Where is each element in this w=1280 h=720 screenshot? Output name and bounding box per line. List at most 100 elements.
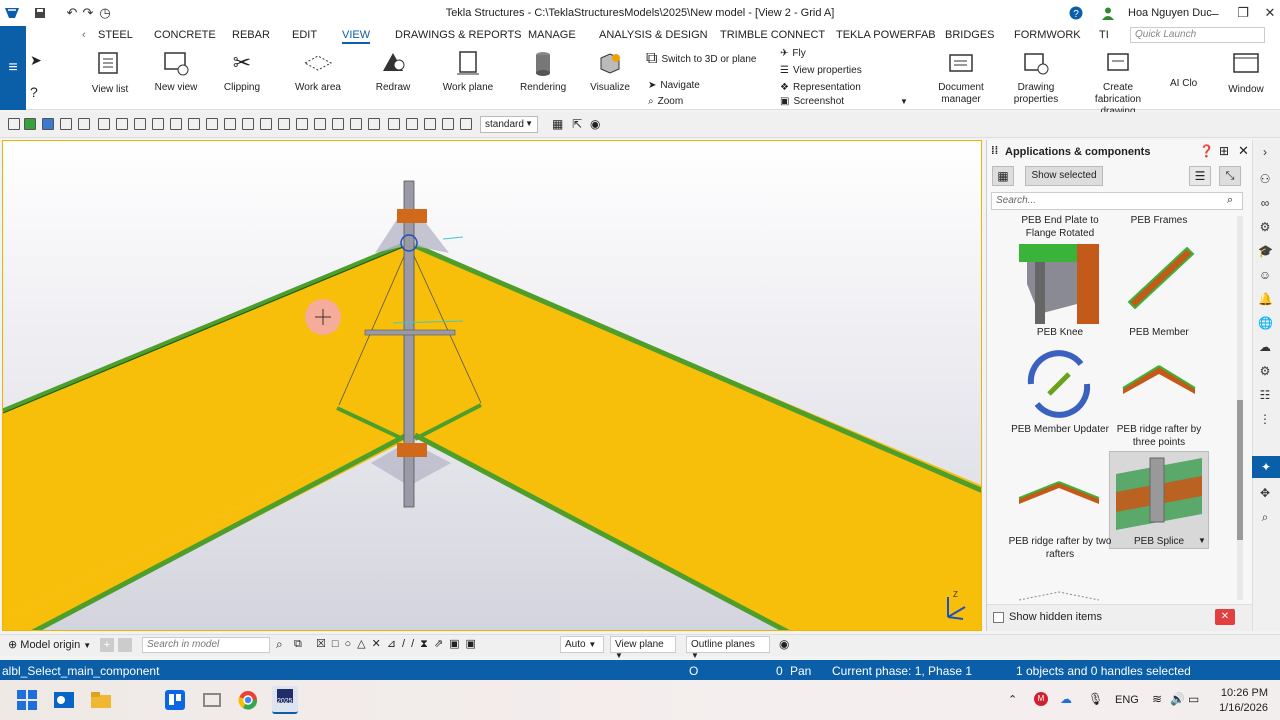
minimize-icon[interactable]: – <box>1207 5 1223 21</box>
fly-button[interactable]: ✈ Fly <box>780 48 806 59</box>
select-arrow-icon[interactable]: ➤ <box>30 52 42 69</box>
peb-ridge-rafter-three-points-thumbnail[interactable] <box>1119 354 1199 414</box>
filter-grid-icon[interactable]: ▦ <box>552 117 563 131</box>
expand-panel-icon[interactable]: › <box>1258 145 1272 159</box>
toolbar-tool-icon[interactable] <box>78 118 90 130</box>
volume-icon[interactable]: 🔊 <box>1170 692 1185 706</box>
menu-drawings-reports[interactable]: DRAWINGS & REPORTS <box>395 29 522 41</box>
help-icon[interactable]: ? <box>1068 5 1084 21</box>
peb-member-thumbnail[interactable] <box>1119 244 1199 324</box>
menu-edit[interactable]: EDIT <box>292 29 317 41</box>
work-area-button[interactable]: Work area <box>293 48 343 93</box>
origin-list-icon[interactable] <box>118 638 132 652</box>
representation-button[interactable]: ❖ Representation <box>780 82 861 93</box>
model-origin-dropdown[interactable]: ⊕ Model origin ▼ <box>8 638 91 651</box>
onedrive-icon[interactable]: ☁ <box>1060 692 1072 706</box>
search-doc-icon[interactable]: ⌕ <box>1258 510 1272 524</box>
toolbar-tool-icon[interactable] <box>242 118 254 130</box>
visualize-button[interactable]: Visualize <box>588 48 632 93</box>
battery-icon[interactable]: ▭ <box>1188 692 1199 706</box>
create-fabrication-drawing-button[interactable]: Create fabrication drawing <box>1080 48 1156 118</box>
search-icon[interactable]: ⌕ <box>1227 194 1233 207</box>
toolbar-tool-icon[interactable] <box>278 118 290 130</box>
users-icon[interactable]: ⚇ <box>1258 172 1272 186</box>
collapse-icon[interactable]: ⤡ <box>1219 166 1241 186</box>
restore-icon[interactable]: ❐ <box>1235 5 1251 21</box>
view-properties-button[interactable]: ☰ View properties <box>780 65 862 76</box>
toolbar-tool-icon[interactable] <box>152 118 164 130</box>
selection-filter-dropdown[interactable]: standard ▼ <box>480 116 538 133</box>
add-origin-icon[interactable]: + <box>100 638 114 652</box>
outlook-icon[interactable] <box>54 690 74 713</box>
menu-concrete[interactable]: CONCRETE <box>154 29 216 41</box>
eye-icon[interactable]: ◉ <box>590 117 600 131</box>
tray-app-icon[interactable]: M <box>1034 692 1048 706</box>
toolbar-tool-icon[interactable] <box>388 118 400 130</box>
toolbar-tool-icon[interactable] <box>296 118 308 130</box>
show-hidden-checkbox[interactable] <box>993 612 1004 623</box>
link-icon[interactable]: ∞ <box>1258 196 1272 210</box>
work-plane-button[interactable]: Work plane <box>442 48 494 93</box>
toolbar-tool-icon[interactable] <box>170 118 182 130</box>
toolbar-tool-icon[interactable] <box>224 118 236 130</box>
tekla-taskbar-icon[interactable]: 2025 <box>272 686 298 714</box>
help-pointer-icon[interactable]: ? <box>30 84 38 100</box>
app-icon[interactable] <box>202 690 222 713</box>
toolbar-tool-icon[interactable] <box>8 118 20 130</box>
microphone-icon[interactable]: 🎙 <box>1088 692 1103 706</box>
menu-scroll-left-icon[interactable]: ‹ <box>82 29 86 41</box>
toolbar-tool-icon[interactable] <box>332 118 344 130</box>
toolbar-tool-icon[interactable] <box>442 118 454 130</box>
panel-pin-icon[interactable]: ⊞ <box>1219 144 1229 158</box>
hierarchy-icon[interactable]: ☷ <box>1258 388 1272 402</box>
document-manager-button[interactable]: Document manager <box>936 48 986 106</box>
toolbar-tool-icon[interactable] <box>98 118 110 130</box>
toolbar-tool-icon[interactable] <box>368 118 380 130</box>
cloud-icon[interactable]: ☁ <box>1258 340 1272 354</box>
toolbar-tool-icon[interactable] <box>260 118 272 130</box>
user-icon[interactable] <box>1100 5 1116 21</box>
toolbar-tool-icon[interactable] <box>424 118 436 130</box>
rendering-button[interactable]: Rendering <box>520 48 566 93</box>
view-list-button[interactable]: View list <box>88 48 132 95</box>
menu-tekla-powerfab[interactable]: TEKLA POWERFAB <box>836 29 936 41</box>
visibility-eye-icon[interactable]: ◉ <box>779 637 789 651</box>
view-plane-dropdown[interactable]: View plane ▼ <box>610 636 676 660</box>
snap-toolbar[interactable]: ☒□○△✕⊿//⧗⇗▣▣ <box>316 637 482 651</box>
more-component-thumbnail[interactable] <box>1017 586 1101 602</box>
gear-icon[interactable]: ⚙ <box>1258 364 1272 378</box>
menu-bridges[interactable]: BRIDGES <box>945 29 995 41</box>
splice-dropdown-icon[interactable]: ▼ <box>1198 536 1206 545</box>
top-bolt-group[interactable] <box>397 209 427 223</box>
settings-link-icon[interactable]: ⚙ <box>1258 220 1272 234</box>
ai-clo-button[interactable]: AI Clo <box>1170 78 1197 89</box>
toolbar-tool-icon[interactable] <box>116 118 128 130</box>
zoom-button[interactable]: ⌕ Zoom <box>648 96 683 107</box>
quick-launch-input[interactable]: Quick Launch <box>1130 27 1265 43</box>
grid-view-icon[interactable]: ▦ <box>992 166 1014 186</box>
peb-member-updater-thumbnail[interactable] <box>1019 344 1099 424</box>
panel-close-icon[interactable]: ✕ <box>1238 143 1249 159</box>
applications-icon[interactable]: ✦ <box>1252 456 1280 478</box>
menu-rebar[interactable]: REBAR <box>232 29 270 41</box>
clock-date[interactable]: 1/16/2026 <box>1214 702 1268 714</box>
file-explorer-icon[interactable] <box>91 690 111 713</box>
ribbon-expand-icon[interactable]: ▼ <box>900 97 908 106</box>
bottom-bolt-group[interactable] <box>397 443 427 457</box>
toolbar-tool-icon[interactable] <box>406 118 418 130</box>
search-model-input[interactable]: Search in model <box>142 637 270 653</box>
model-viewport[interactable]: Z <box>2 140 982 631</box>
list-tree-icon[interactable]: ⋮ <box>1258 412 1272 426</box>
navigate-button[interactable]: ➤ Navigate <box>648 80 700 91</box>
trello-icon[interactable] <box>165 690 185 713</box>
panel-scroll-thumb[interactable] <box>1237 400 1243 540</box>
search-icon[interactable]: ⌕ <box>276 637 283 652</box>
advanced-search-icon[interactable]: ⧉ <box>294 638 302 651</box>
drawing-properties-button[interactable]: Drawing properties <box>1010 48 1062 106</box>
column-member[interactable] <box>403 180 415 508</box>
toolbar-tool-icon[interactable] <box>314 118 326 130</box>
globe-icon[interactable]: 🌐 <box>1258 316 1273 330</box>
window-button[interactable]: Window <box>1224 48 1268 95</box>
hamburger-menu-icon[interactable]: ≡ <box>0 26 26 110</box>
windows-start-icon[interactable] <box>17 690 37 713</box>
